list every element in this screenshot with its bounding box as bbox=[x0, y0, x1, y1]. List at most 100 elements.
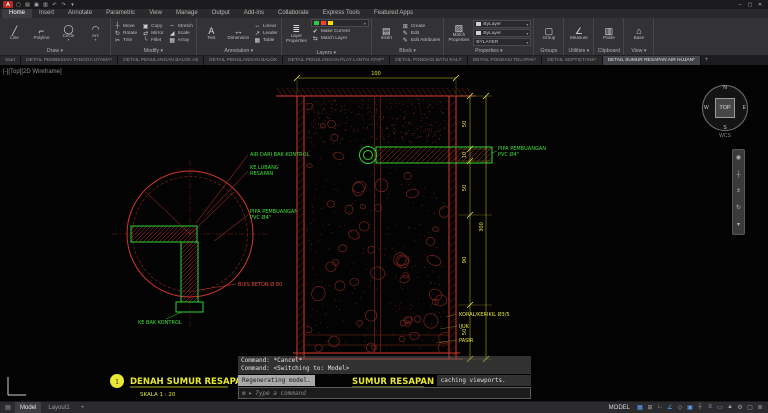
button-edit[interactable]: ✎Edit bbox=[401, 30, 442, 37]
button-dimension[interactable]: ↔Dimension bbox=[226, 19, 251, 47]
button-table[interactable]: ▦Table bbox=[253, 37, 279, 44]
panel-label-block[interactable]: Block ▾ bbox=[374, 47, 442, 55]
viewport-controls[interactable]: [-][Top][2D Wireframe] bbox=[3, 69, 62, 75]
button-measure[interactable]: ∠Measure bbox=[566, 19, 591, 47]
panel-label-draw[interactable]: Draw ▾ bbox=[2, 47, 108, 55]
menu-tab-add-ins[interactable]: Add-ins bbox=[237, 9, 271, 18]
redo-icon[interactable]: ↷ bbox=[60, 1, 67, 9]
file-tab-detail-penulangan-balok-a5[interactable]: DETAIL PENULANGAN BALOK A5 bbox=[118, 56, 204, 65]
viewcube-east[interactable]: E bbox=[743, 105, 746, 111]
grid-icon[interactable]: ▦ bbox=[635, 404, 645, 411]
panel-label-groups[interactable]: Groups bbox=[536, 47, 561, 55]
button-polyline[interactable]: ⌐Polyline bbox=[29, 19, 54, 47]
menu-tab-express-tools[interactable]: Express Tools bbox=[316, 9, 367, 18]
drawing[interactable]: AIR DARI BAK KONTROL KE LUBANG RESAPAN P… bbox=[0, 65, 768, 401]
ortho-icon[interactable]: ∟ bbox=[655, 404, 665, 411]
button-line[interactable]: ╱Line bbox=[2, 19, 27, 47]
button-array[interactable]: ▦Array bbox=[168, 37, 194, 44]
button-leader[interactable]: ↗Leader bbox=[253, 30, 279, 37]
layout1-tab[interactable]: Layout1 bbox=[43, 402, 74, 413]
button-create[interactable]: ⊞Create bbox=[401, 23, 442, 30]
app-logo-icon[interactable]: A bbox=[3, 1, 13, 8]
open-file-icon[interactable]: ▤ bbox=[24, 1, 31, 9]
plot-icon[interactable]: ▥ bbox=[42, 1, 49, 9]
button-rotate[interactable]: ↻Rotate bbox=[113, 30, 138, 37]
menu-tab-manage[interactable]: Manage bbox=[169, 9, 205, 18]
menu-tab-view[interactable]: View bbox=[142, 9, 169, 18]
object-track-icon[interactable]: ┼ bbox=[695, 404, 705, 411]
close-button[interactable]: ✕ bbox=[755, 1, 765, 9]
file-tab-detail-pembesian-tangga-utama[interactable]: DETAIL PEMBESIAN TANGGA UTAMA* bbox=[21, 56, 118, 65]
viewcube[interactable]: N S W E TOP WCS bbox=[702, 85, 748, 131]
button-trim[interactable]: ✂Trim bbox=[113, 37, 138, 44]
menu-tab-home[interactable]: Home bbox=[2, 9, 32, 18]
undo-icon[interactable]: ↶ bbox=[51, 1, 58, 9]
panel-label-utilities[interactable]: Utilities ▾ bbox=[566, 47, 591, 55]
button-group[interactable]: ▢Group bbox=[536, 19, 561, 47]
button-edit-attributes[interactable]: ✎Edit Attributes bbox=[401, 37, 442, 44]
annotation-scale-icon[interactable]: ▲ bbox=[725, 404, 735, 411]
object-snap-icon[interactable]: ▣ bbox=[685, 404, 695, 411]
model-space-canvas[interactable]: [-][Top][2D Wireframe] bbox=[0, 65, 768, 401]
command-input[interactable]: ⚙ ▸ Type a command bbox=[238, 387, 531, 399]
color-select[interactable]: ByLayer▾ bbox=[473, 20, 531, 28]
button-base[interactable]: ⌂Base bbox=[626, 19, 651, 47]
file-tab-detail-pondasi-telapak[interactable]: DETAIL PONDASI TELAPAK* bbox=[468, 56, 543, 65]
dynamic-input-icon[interactable]: ▭ bbox=[715, 404, 725, 411]
button-mirror[interactable]: ⇄Mirror bbox=[141, 30, 165, 37]
panel-label-layers[interactable]: Layers ▾ bbox=[284, 49, 369, 56]
new-layout-button[interactable]: + bbox=[77, 405, 89, 411]
new-file-icon[interactable]: ▢ bbox=[15, 1, 22, 9]
snap-icon[interactable]: ⊞ bbox=[645, 404, 655, 411]
button-make-current[interactable]: ✔Make Current bbox=[311, 28, 369, 35]
button-scale[interactable]: ◢Scale bbox=[168, 30, 194, 37]
button-circle[interactable]: ◯Circle▾ bbox=[56, 19, 81, 47]
model-space-label[interactable]: MODEL bbox=[609, 405, 630, 411]
panel-label-modify[interactable]: Modify ▾ bbox=[113, 47, 194, 55]
layer-select[interactable]: ▾ bbox=[311, 19, 369, 27]
button-paste[interactable]: ▥Paste bbox=[596, 19, 621, 47]
button-text[interactable]: AText bbox=[199, 19, 224, 47]
button-insert[interactable]: ▤Insert bbox=[374, 19, 399, 47]
navbar-more-icon[interactable]: ▾ bbox=[737, 222, 740, 229]
viewcube-west[interactable]: W bbox=[704, 105, 709, 111]
menu-tab-collaborate[interactable]: Collaborate bbox=[271, 9, 316, 18]
qat-menu-icon[interactable]: ▾ bbox=[69, 1, 76, 9]
polar-tracking-icon[interactable]: ∠ bbox=[665, 404, 675, 411]
file-tab-detail-pondasi-batu-kali[interactable]: DETAIL PONDASI BATU KALI* bbox=[390, 56, 468, 65]
file-tab-detail-penulangan-balok[interactable]: DETAIL PENULANGAN BALOK bbox=[204, 56, 283, 65]
button-layer-properties[interactable]: ≣Layer Properties bbox=[284, 19, 309, 49]
button-match-layer[interactable]: ⇆Match Layer bbox=[311, 35, 369, 42]
isodraft-icon[interactable]: ◇ bbox=[675, 404, 685, 411]
viewcube-south[interactable]: S bbox=[723, 125, 726, 131]
viewcube-north[interactable]: N bbox=[723, 85, 727, 91]
panel-label-properties[interactable]: Properties ▾ bbox=[446, 47, 531, 55]
button-match-properties[interactable]: ▨Match Properties bbox=[446, 19, 471, 47]
clean-screen-icon[interactable]: ▢ bbox=[745, 404, 755, 411]
file-tab-detail-sumur-resapan-air-hujan[interactable]: DETAIL SUMUR RESAPAN AIR HUJAN* bbox=[603, 56, 701, 65]
maximize-button[interactable]: ▢ bbox=[745, 1, 755, 9]
pan-icon[interactable]: ┼ bbox=[736, 172, 740, 179]
button-arc[interactable]: ◠Arc▾ bbox=[83, 19, 108, 47]
button-copy[interactable]: ▣Copy bbox=[141, 23, 165, 30]
menu-tab-featured-apps[interactable]: Featured Apps bbox=[367, 9, 420, 18]
button-fillet[interactable]: ╰Fillet bbox=[141, 37, 165, 44]
workspace-gear-icon[interactable]: ⚙ bbox=[735, 404, 745, 411]
file-tab-start[interactable]: Start bbox=[0, 56, 21, 65]
new-drawing-tab-button[interactable]: + bbox=[701, 56, 713, 65]
button-linear[interactable]: ↔Linear bbox=[253, 23, 279, 30]
viewcube-wcs-menu[interactable]: WCS bbox=[702, 133, 748, 139]
minimize-button[interactable]: – bbox=[735, 1, 745, 9]
command-customize-icon[interactable]: ⚙ bbox=[242, 390, 246, 397]
model-tab[interactable]: Model bbox=[15, 402, 41, 413]
panel-label-annotation[interactable]: Annotation ▾ bbox=[199, 47, 279, 55]
customization-icon[interactable]: ≣ bbox=[755, 404, 765, 411]
menu-tab-insert[interactable]: Insert bbox=[32, 9, 61, 18]
lineweight-select[interactable]: BYLAYER▾ bbox=[473, 38, 531, 46]
button-stretch[interactable]: ⇔Stretch bbox=[168, 23, 194, 30]
panel-label-view[interactable]: View ▾ bbox=[626, 47, 651, 55]
lineweight-icon[interactable]: ≡ bbox=[705, 404, 715, 411]
menu-tab-parametric[interactable]: Parametric bbox=[99, 9, 142, 18]
linetype-select[interactable]: ByLayer▾ bbox=[473, 29, 531, 37]
menu-tab-annotate[interactable]: Annotate bbox=[61, 9, 99, 18]
